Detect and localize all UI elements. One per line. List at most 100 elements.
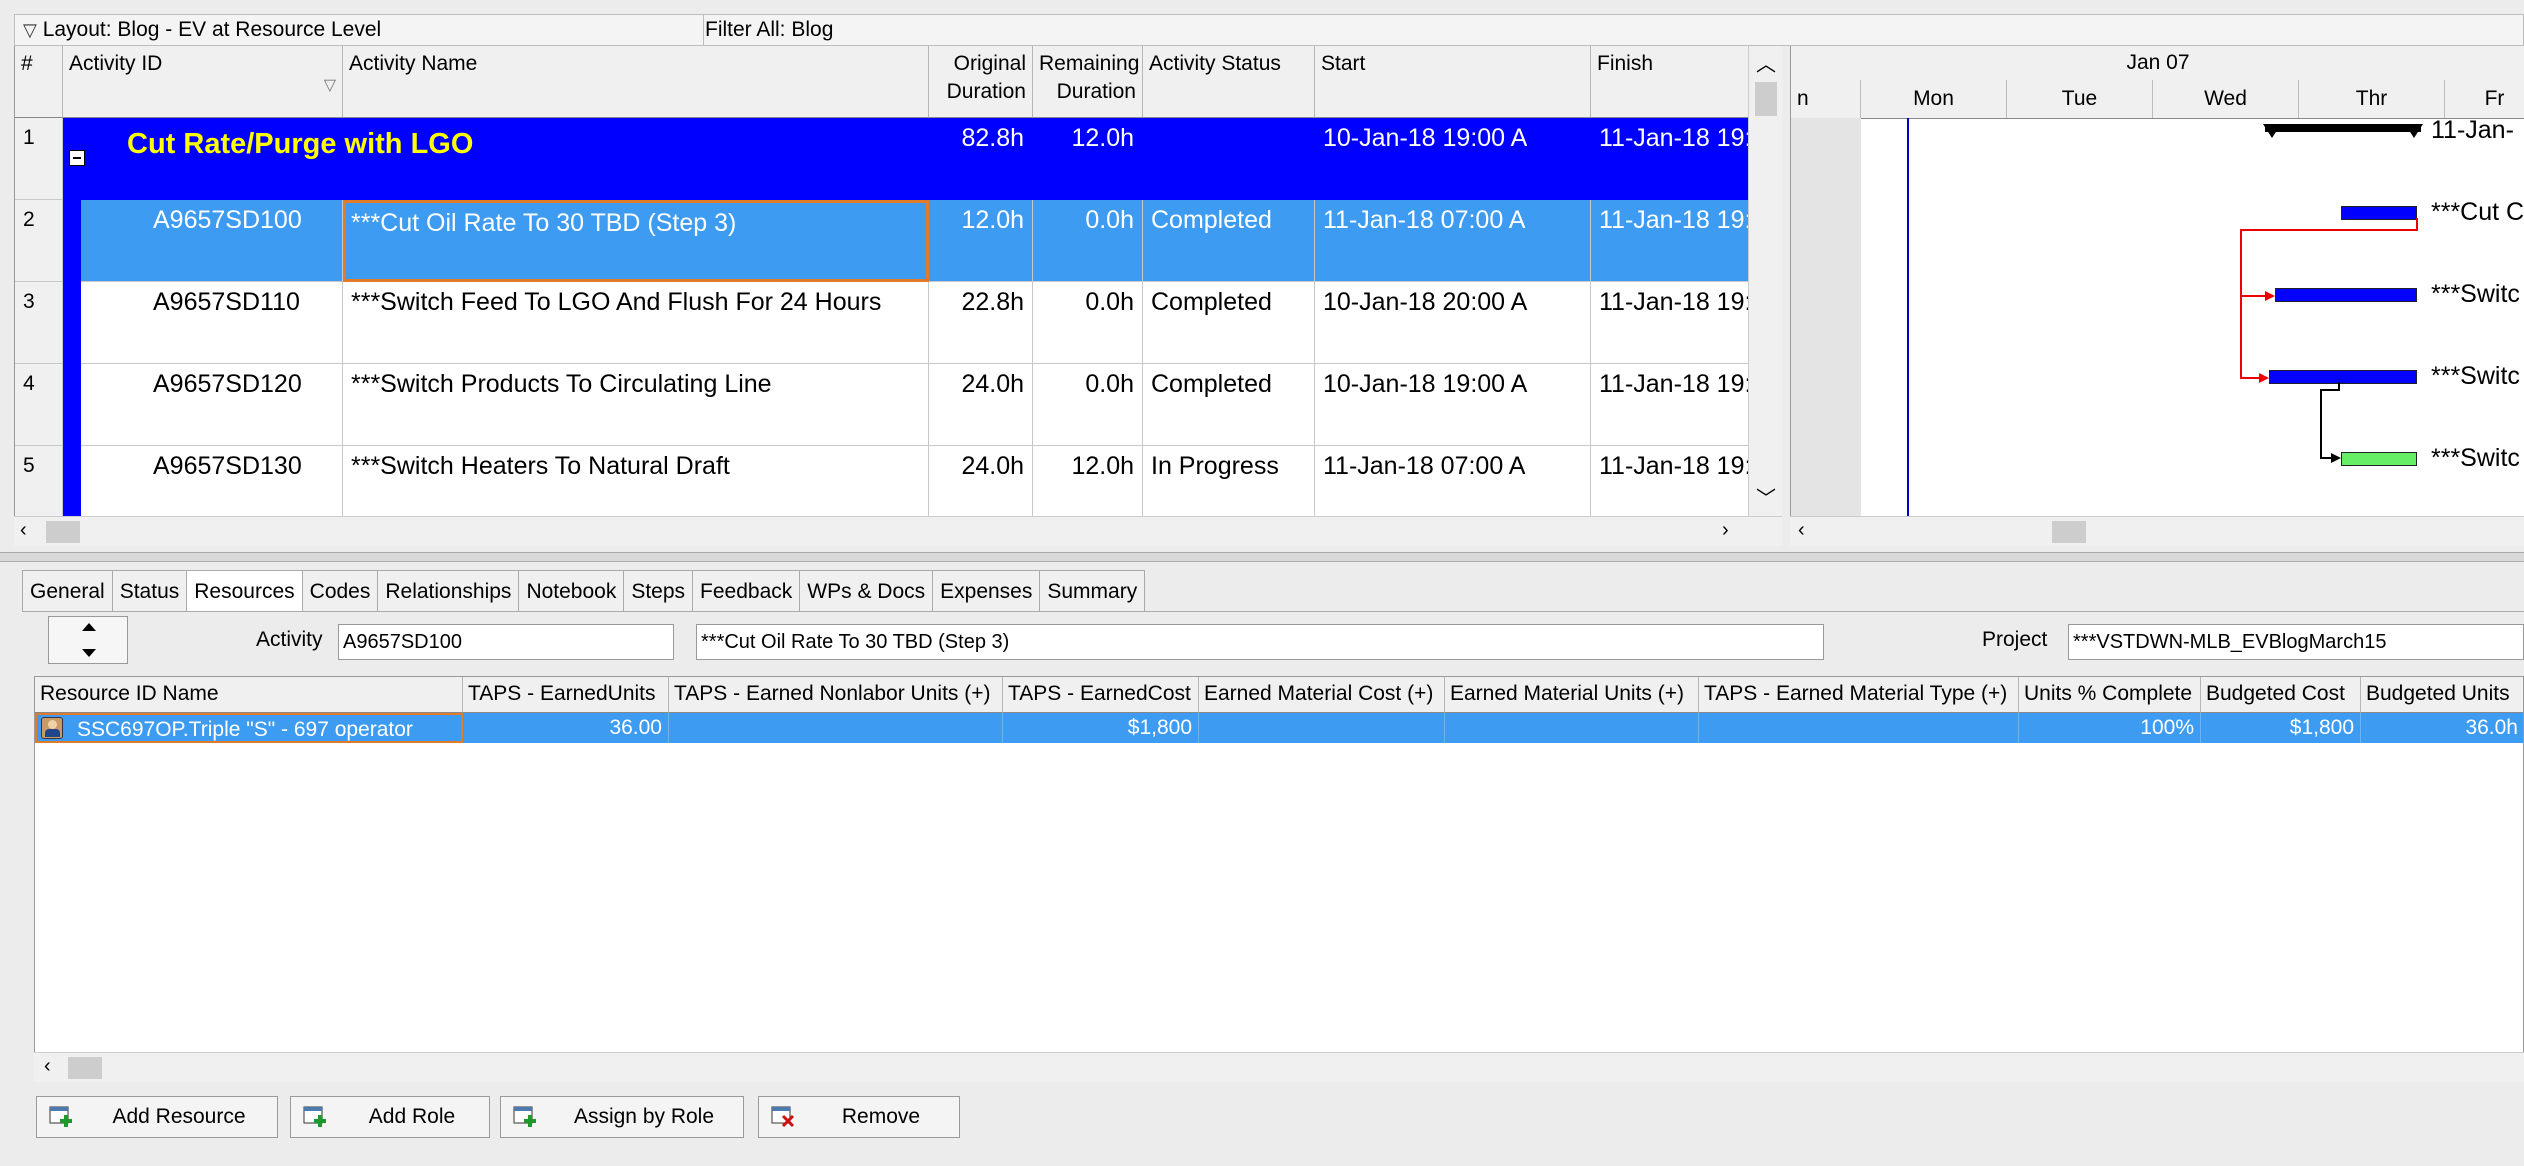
activity-name-field[interactable]: ***Cut Oil Rate To 30 TBD (Step 3) xyxy=(696,624,1824,660)
scroll-left-icon[interactable]: ‹ xyxy=(20,519,27,542)
col-header-start[interactable]: Start xyxy=(1315,46,1591,118)
activity-name[interactable]: ***Switch Feed To LGO And Flush For 24 H… xyxy=(343,282,929,364)
budgeted-units-cell[interactable]: 36.0h xyxy=(2361,713,2523,743)
col-header-original-duration[interactable]: Original Duration xyxy=(929,46,1033,118)
start-date[interactable]: 11-Jan-18 07:00 A xyxy=(1315,446,1591,516)
remove-button[interactable]: Remove xyxy=(758,1096,960,1138)
units-complete-cell[interactable]: 100% xyxy=(2019,713,2201,743)
original-duration[interactable]: 24.0h xyxy=(929,364,1033,446)
scroll-left-icon[interactable]: ‹ xyxy=(1798,519,1805,542)
tab-steps[interactable]: Steps xyxy=(623,570,694,612)
tab-general[interactable]: General xyxy=(22,570,113,612)
start-date[interactable]: 11-Jan-18 07:00 A xyxy=(1315,200,1591,282)
col-header-activity-id[interactable]: Activity ID ▽ xyxy=(63,46,343,118)
grid-horizontal-scrollbar[interactable]: ‹ › xyxy=(14,516,1782,546)
collapse-icon[interactable] xyxy=(69,150,85,166)
tab-relationships[interactable]: Relationships xyxy=(377,570,520,612)
col-header-resource[interactable]: Resource ID Name xyxy=(35,677,463,713)
start-date[interactable]: 10-Jan-18 20:00 A xyxy=(1315,282,1591,364)
remaining-duration[interactable]: 0.0h xyxy=(1033,200,1143,282)
activity-status[interactable]: Completed xyxy=(1143,282,1315,364)
col-header-activity-status[interactable]: Activity Status xyxy=(1143,46,1315,118)
remaining-duration[interactable]: 0.0h xyxy=(1033,364,1143,446)
project-field[interactable]: ***VSTDWN-MLB_EVBlogMarch15 xyxy=(2068,624,2524,660)
table-row[interactable]: 2 A9657SD100 ***Cut Oil Rate To 30 TBD (… xyxy=(15,200,1763,282)
col-header-earned-units[interactable]: TAPS - EarnedUnits xyxy=(463,677,669,713)
earned-nonlabor-units-cell[interactable] xyxy=(669,713,1003,743)
col-header-remaining-duration[interactable]: Remaining Duration xyxy=(1033,46,1143,118)
activity-name[interactable]: ***Switch Products To Circulating Line xyxy=(343,364,929,446)
tab-wps-docs[interactable]: WPs & Docs xyxy=(799,570,934,612)
original-duration[interactable]: 22.8h xyxy=(929,282,1033,364)
tab-expenses[interactable]: Expenses xyxy=(932,570,1041,612)
original-duration[interactable]: 12.0h xyxy=(929,200,1033,282)
col-header-budgeted-cost[interactable]: Budgeted Cost xyxy=(2201,677,2361,713)
grid-vertical-scrollbar[interactable]: ︿ ﹀ xyxy=(1748,46,1782,516)
col-header-budgeted-units[interactable]: Budgeted Units xyxy=(2361,677,2523,713)
scroll-right-icon[interactable]: › xyxy=(1722,519,1729,542)
table-row[interactable]: 3 A9657SD110 ***Switch Feed To LGO And F… xyxy=(15,282,1763,364)
finish-date[interactable]: 11-Jan-18 19:0 xyxy=(1591,446,1763,516)
earned-material-cost-cell[interactable] xyxy=(1199,713,1445,743)
activity-id[interactable]: A9657SD130 xyxy=(81,446,343,516)
col-header-finish[interactable]: Finish xyxy=(1591,46,1763,118)
budgeted-cost-cell[interactable]: $1,800 xyxy=(2201,713,2361,743)
activity-status[interactable]: Completed xyxy=(1143,200,1315,282)
col-header-earned-material-type[interactable]: TAPS - Earned Material Type (+) xyxy=(1699,677,2019,713)
chevron-down-icon[interactable]: ▽ xyxy=(23,20,37,40)
activity-id[interactable]: A9657SD120 xyxy=(81,364,343,446)
original-duration[interactable]: 24.0h xyxy=(929,446,1033,516)
finish-date[interactable]: 11-Jan-18 19:0 xyxy=(1591,200,1763,282)
col-header-units-complete[interactable]: Units % Complete xyxy=(2019,677,2201,713)
activity-name[interactable]: ***Switch Heaters To Natural Draft xyxy=(343,446,929,516)
scroll-down-icon[interactable]: ﹀ xyxy=(1749,482,1783,511)
col-header-earned-material-units[interactable]: Earned Material Units (+) xyxy=(1445,677,1699,713)
gantt-chart[interactable]: Jan 07 n Mon Tue Wed Thr Fr 11-Jan- ***C… xyxy=(1790,46,2524,516)
earned-units-cell[interactable]: 36.00 xyxy=(463,713,669,743)
table-row[interactable]: 5 A9657SD130 ***Switch Heaters To Natura… xyxy=(15,446,1763,516)
earned-material-type-cell[interactable] xyxy=(1699,713,2019,743)
tab-summary[interactable]: Summary xyxy=(1039,570,1146,612)
pane-splitter[interactable] xyxy=(0,552,2524,562)
start-date[interactable]: 10-Jan-18 19:00 A xyxy=(1315,364,1591,446)
resource-name-cell[interactable]: SSC697OP.Triple "S" - 697 operator xyxy=(35,713,463,743)
tab-feedback[interactable]: Feedback xyxy=(692,570,801,612)
scroll-thumb[interactable] xyxy=(2052,521,2086,543)
finish-date[interactable]: 11-Jan-18 19:0 xyxy=(1591,282,1763,364)
activity-status[interactable]: Completed xyxy=(1143,364,1315,446)
table-row[interactable]: 4 A9657SD120 ***Switch Products To Circu… xyxy=(15,364,1763,446)
tab-status[interactable]: Status xyxy=(111,570,188,612)
next-activity-icon[interactable] xyxy=(82,649,96,657)
earned-material-units-cell[interactable] xyxy=(1445,713,1699,743)
col-header-earned-cost[interactable]: TAPS - EarnedCost xyxy=(1003,677,1199,713)
remaining-duration[interactable]: 12.0h xyxy=(1033,446,1143,516)
scroll-thumb[interactable] xyxy=(46,521,80,543)
add-resource-button[interactable]: Add Resource xyxy=(36,1096,278,1138)
activity-name[interactable]: ***Cut Oil Rate To 30 TBD (Step 3) xyxy=(343,200,929,282)
assign-by-role-button[interactable]: Assign by Role xyxy=(500,1096,744,1138)
resources-horizontal-scrollbar[interactable]: ‹ xyxy=(34,1052,2524,1082)
previous-activity-icon[interactable] xyxy=(82,623,96,631)
col-header-earned-nonlabor-units[interactable]: TAPS - Earned Nonlabor Units (+) xyxy=(669,677,1003,713)
tab-codes[interactable]: Codes xyxy=(301,570,379,612)
add-role-button[interactable]: Add Role xyxy=(290,1096,490,1138)
activity-id[interactable]: A9657SD110 xyxy=(81,282,343,364)
activity-id-field[interactable]: A9657SD100 xyxy=(338,624,674,660)
col-header-num[interactable]: # xyxy=(15,46,63,118)
gantt-horizontal-scrollbar[interactable]: ‹ xyxy=(1790,516,2524,546)
scroll-left-icon[interactable]: ‹ xyxy=(44,1055,51,1078)
scroll-thumb[interactable] xyxy=(1755,82,1777,116)
activity-status[interactable]: In Progress xyxy=(1143,446,1315,516)
tab-notebook[interactable]: Notebook xyxy=(518,570,625,612)
scroll-up-icon[interactable]: ︿ xyxy=(1749,48,1783,77)
activity-id[interactable]: A9657SD100 xyxy=(81,200,343,282)
earned-cost-cell[interactable]: $1,800 xyxy=(1003,713,1199,743)
layout-selector[interactable]: ▽ Layout: Blog - EV at Resource Level xyxy=(15,15,704,45)
activity-navigator[interactable] xyxy=(48,616,128,664)
scroll-thumb[interactable] xyxy=(68,1057,102,1079)
col-header-activity-name[interactable]: Activity Name xyxy=(343,46,929,118)
remaining-duration[interactable]: 0.0h xyxy=(1033,282,1143,364)
table-row-wbs[interactable]: 1 Cut Rate/Purge with LGO 82.8h 12.0h 10… xyxy=(15,118,1763,200)
wbs-name[interactable]: Cut Rate/Purge with LGO xyxy=(63,118,929,200)
finish-date[interactable]: 11-Jan-18 19:0 xyxy=(1591,364,1763,446)
